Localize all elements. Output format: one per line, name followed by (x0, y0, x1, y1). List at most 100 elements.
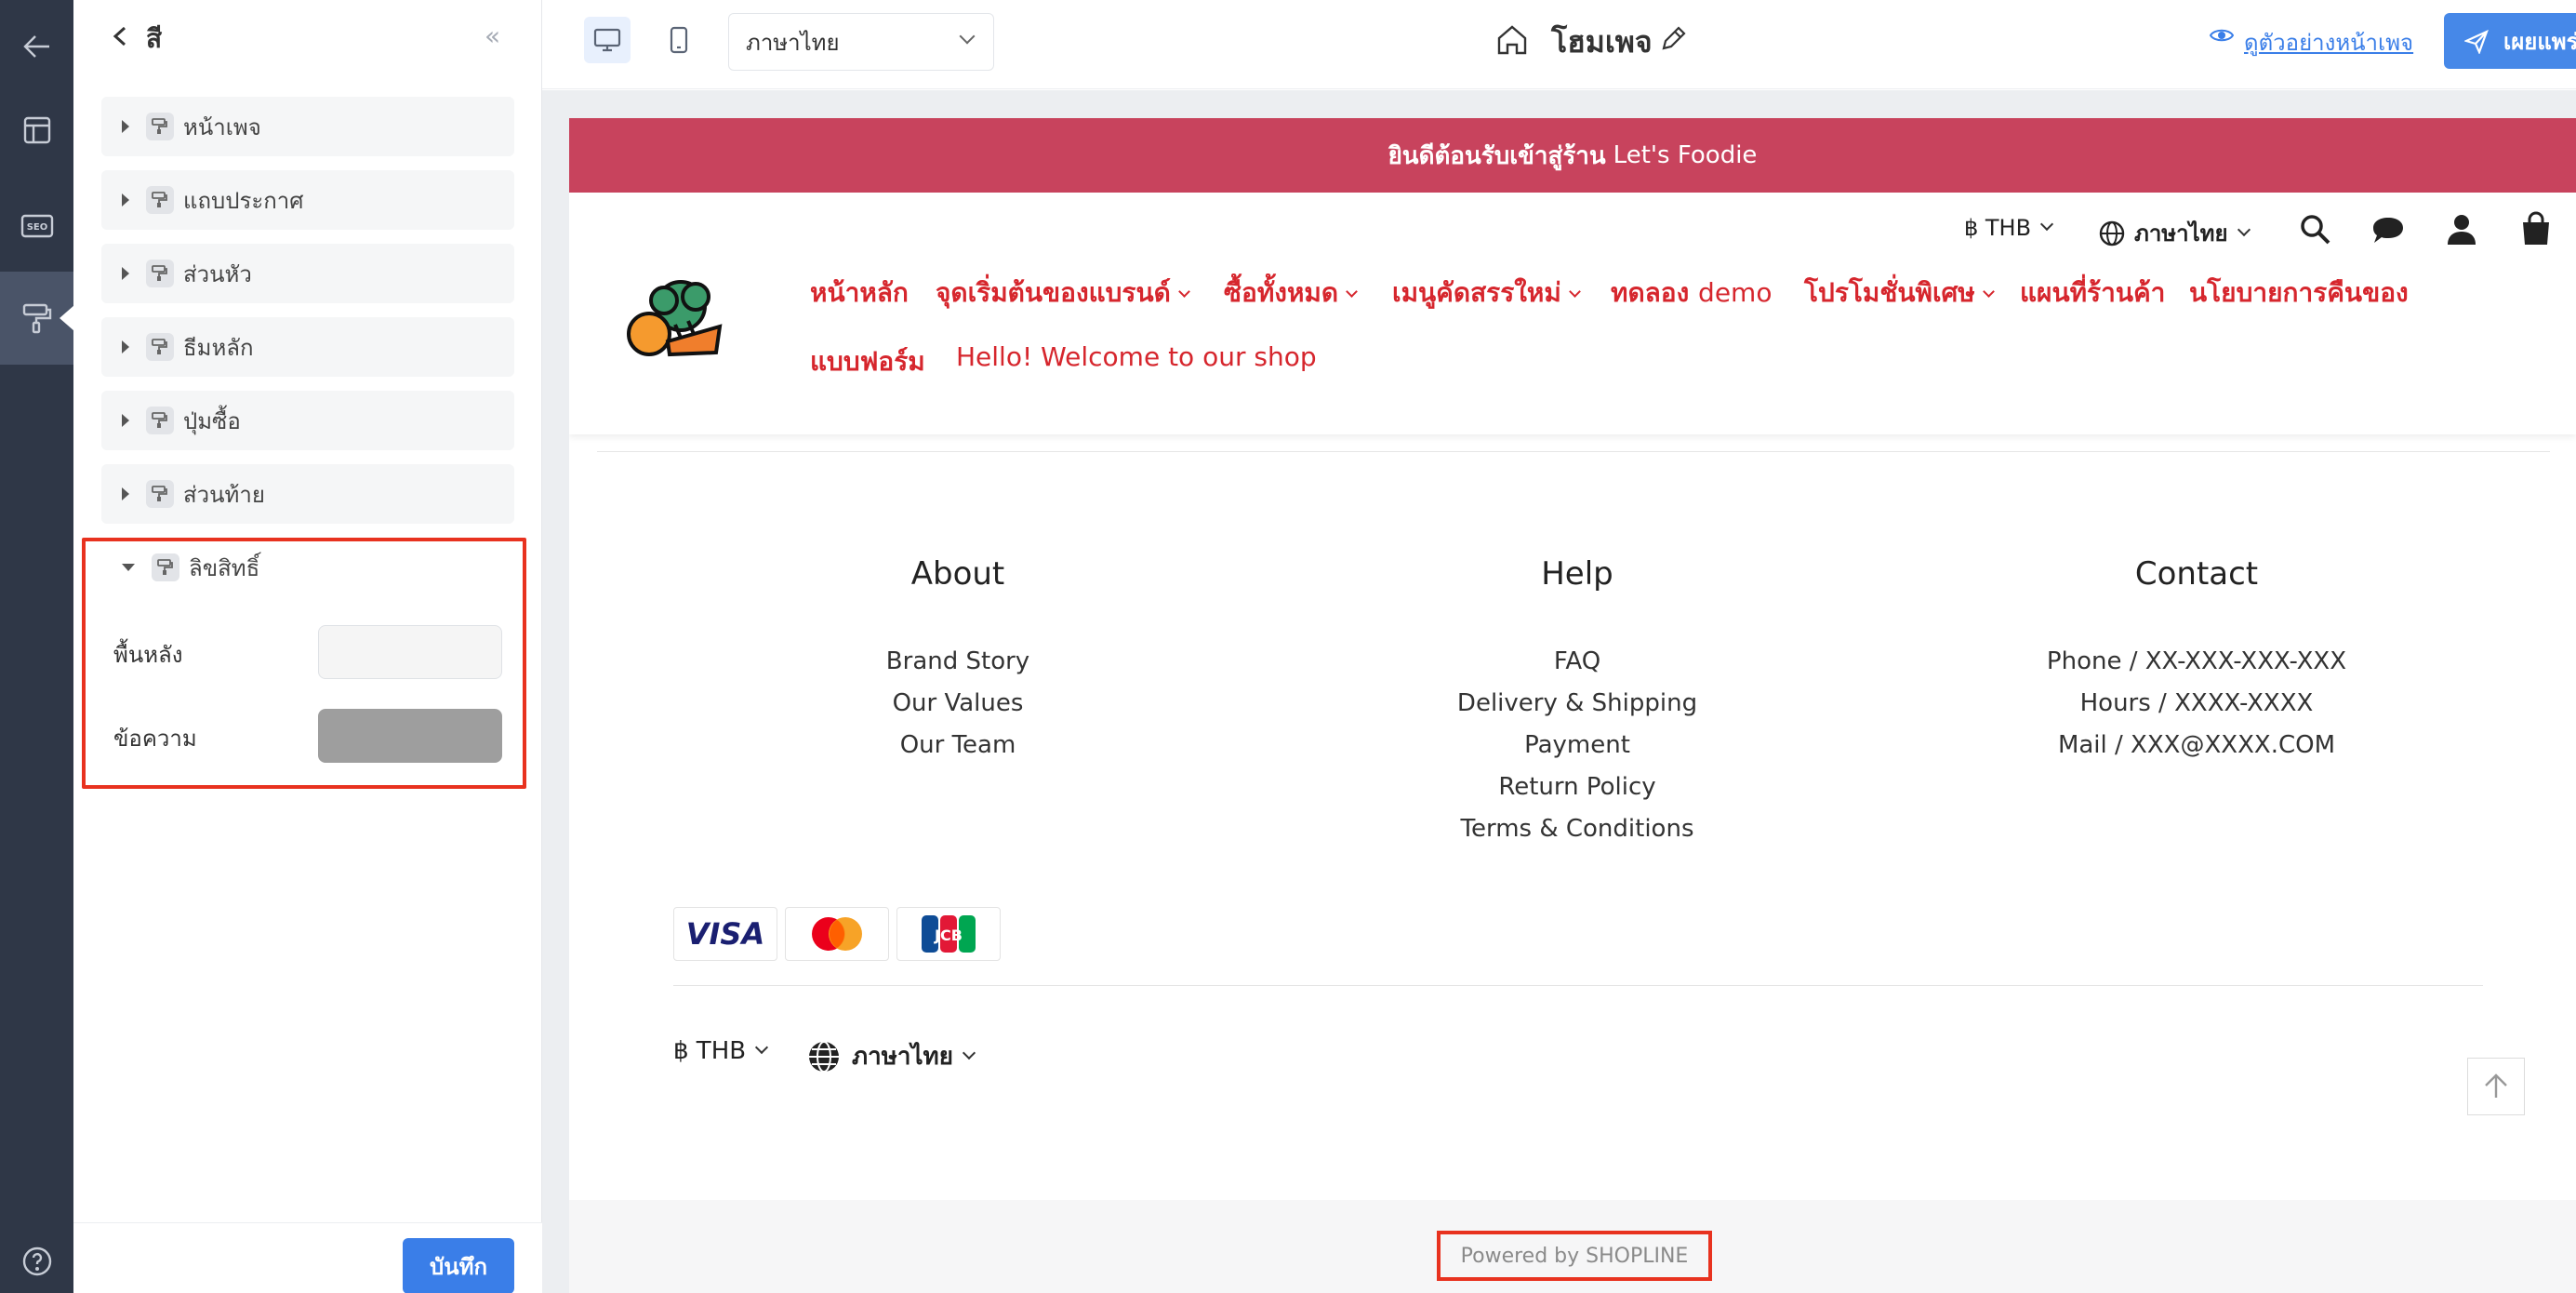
theme-button[interactable] (0, 272, 74, 365)
group-label: ปุ่มซื้อ (183, 407, 241, 434)
paint-roller-icon (146, 333, 174, 361)
globe-icon (2099, 220, 2125, 246)
chat-icon[interactable] (2370, 215, 2406, 247)
header-language-select[interactable]: ภาษาไทย (2099, 215, 2251, 251)
nav-item-promotions[interactable]: โปรโมชั่นพิเศษ (1804, 273, 1995, 313)
panel-header: สี « (73, 0, 542, 74)
announcement-brand: Let's Foodie (1613, 141, 1758, 169)
preview-canvas: ยินดีต้อนรับเข้าสู่ร้าน Let's Foodie ฿ T… (542, 90, 2576, 1293)
footer-language-value: ภาษาไทย (852, 1043, 953, 1071)
footer-column-title: About (910, 555, 1005, 593)
paint-roller-icon (146, 480, 174, 508)
footer-link[interactable]: Return Policy (1391, 766, 1763, 808)
footer-link[interactable]: Our Team (772, 725, 1144, 766)
layout-icon (23, 116, 50, 144)
seo-button[interactable]: SEO (0, 180, 73, 273)
footer-link[interactable]: Payment (1391, 725, 1763, 766)
footer-link[interactable]: Delivery & Shipping (1391, 683, 1763, 725)
back-to-top-button[interactable] (2467, 1058, 2525, 1115)
announcement-prefix: ยินดีต้อนรับเข้าสู่ร้าน (1388, 141, 1606, 170)
currency-value: ฿ THB (1964, 215, 2032, 241)
copyright-highlight (82, 538, 526, 789)
preview-page-link[interactable]: ดูตัวอย่างหน้าเพจ (2244, 24, 2413, 60)
language-select[interactable]: ภาษาไทย (728, 13, 994, 71)
footer-link[interactable]: Brand Story (772, 641, 1144, 683)
chevron-down-icon (1982, 286, 1995, 298)
chevron-down-icon (2237, 222, 2251, 236)
jcb-logo: JCB (922, 915, 976, 953)
nav-item-form[interactable]: แบบฟอร์ม (810, 341, 925, 382)
footer-currency-select[interactable]: ฿ THB (673, 1037, 769, 1065)
panel-footer: บันทึก (73, 1222, 542, 1293)
paint-roller-icon (146, 113, 174, 140)
caret-right-icon (122, 267, 129, 280)
paint-roller-icon (146, 260, 174, 287)
group-header[interactable]: ส่วนหัว (101, 244, 514, 303)
visa-icon: VISA (673, 907, 777, 961)
mobile-view-button[interactable] (656, 17, 702, 63)
chevron-down-icon (755, 1040, 769, 1055)
nav-item-new-menu[interactable]: เมนูคัดสรรใหม่ (1392, 273, 1581, 313)
currency-select[interactable]: ฿ THB (1964, 215, 2054, 241)
footer-link[interactable]: Our Values (772, 683, 1144, 725)
nav-item-demo[interactable]: ทดลอง demo (1611, 273, 1772, 313)
group-label: ส่วนท้าย (183, 481, 265, 508)
powered-by-label: Powered by SHOPLINE (1460, 1244, 1689, 1268)
footer-column-about: About Brand Story Our Values Our Team (772, 555, 1144, 766)
caret-right-icon (122, 120, 129, 133)
group-label: ส่วนหัว (183, 260, 252, 287)
language-value: ภาษาไทย (2134, 220, 2228, 247)
svg-text:VISA: VISA (686, 917, 764, 951)
payment-methods: VISA JCB (673, 907, 1001, 961)
desktop-icon (593, 28, 621, 52)
store-preview: ยินดีต้อนรับเข้าสู่ร้าน Let's Foodie ฿ T… (569, 118, 2576, 1293)
chevron-left-icon[interactable] (107, 22, 135, 50)
nav-item-return-policy[interactable]: นโยบายการคืนของ (2189, 273, 2409, 313)
group-announcement[interactable]: แถบประกาศ (101, 170, 514, 230)
footer-link: Phone / XX-XXX-XXX-XXX (2046, 647, 2347, 675)
nav-label: ซื้อทั้งหมด (1224, 277, 1339, 308)
editor-toolbar: ภาษาไทย โฮมเพจ ดูตัวอย่างหน้าเพจ เผยแพร่ (542, 0, 2576, 89)
footer-link: Hours / XXXX-XXXX (2079, 689, 2314, 717)
nav-item-welcome[interactable]: Hello! Welcome to our shop (956, 341, 1317, 372)
layout-button[interactable] (0, 84, 73, 177)
cart-icon[interactable] (2520, 211, 2552, 247)
back-button[interactable] (0, 0, 73, 93)
announcement-bar: ยินดีต้อนรับเข้าสู่ร้าน Let's Foodie (569, 118, 2576, 193)
caret-right-icon (122, 414, 129, 427)
group-footer[interactable]: ส่วนท้าย (101, 464, 514, 524)
footer-link[interactable]: FAQ (1391, 641, 1763, 683)
pencil-icon[interactable] (1658, 24, 1688, 54)
search-icon[interactable] (2299, 213, 2332, 247)
user-icon[interactable] (2446, 213, 2477, 247)
collapse-panel-icon[interactable]: « (485, 20, 500, 51)
chevron-down-icon (1346, 286, 1358, 298)
nav-label: โปรโมชั่นพิเศษ (1804, 277, 1975, 308)
group-main-theme[interactable]: ธีมหลัก (101, 317, 514, 377)
footer-language-select[interactable]: ภาษาไทย (807, 1037, 976, 1075)
publish-label: เผยแพร่ (2503, 28, 2576, 55)
nav-item-home[interactable]: หน้าหลัก (810, 273, 909, 313)
chevron-down-icon (2040, 217, 2054, 232)
nav-item-shop-all[interactable]: ซื้อทั้งหมด (1224, 273, 1358, 313)
chevron-down-icon (962, 1046, 976, 1060)
nav-item-store-map[interactable]: แผนที่ร้านค้า (2020, 273, 2165, 313)
caret-right-icon (122, 340, 129, 353)
arrow-left-icon (22, 35, 49, 58)
nav-label: เมนูคัดสรรใหม่ (1392, 277, 1561, 308)
home-icon (1497, 25, 1527, 55)
group-page[interactable]: หน้าเพจ (101, 97, 514, 156)
group-buy-button[interactable]: ปุ่มซื้อ (101, 391, 514, 450)
group-label: ธีมหลัก (183, 334, 254, 361)
caret-right-icon (122, 487, 129, 500)
nav-item-brand-origin[interactable]: จุดเริ่มต้นของแบรนด์ (936, 273, 1190, 313)
publish-button[interactable]: เผยแพร่ (2444, 13, 2576, 69)
seo-icon: SEO (20, 214, 53, 238)
save-button[interactable]: บันทึก (403, 1238, 514, 1293)
help-button[interactable] (0, 1215, 73, 1293)
mastercard-logo (812, 917, 862, 951)
svg-text:JCB: JCB (934, 926, 963, 944)
store-logo[interactable] (623, 269, 725, 362)
footer-link[interactable]: Terms & Conditions (1391, 808, 1763, 850)
desktop-view-button[interactable] (584, 17, 631, 63)
